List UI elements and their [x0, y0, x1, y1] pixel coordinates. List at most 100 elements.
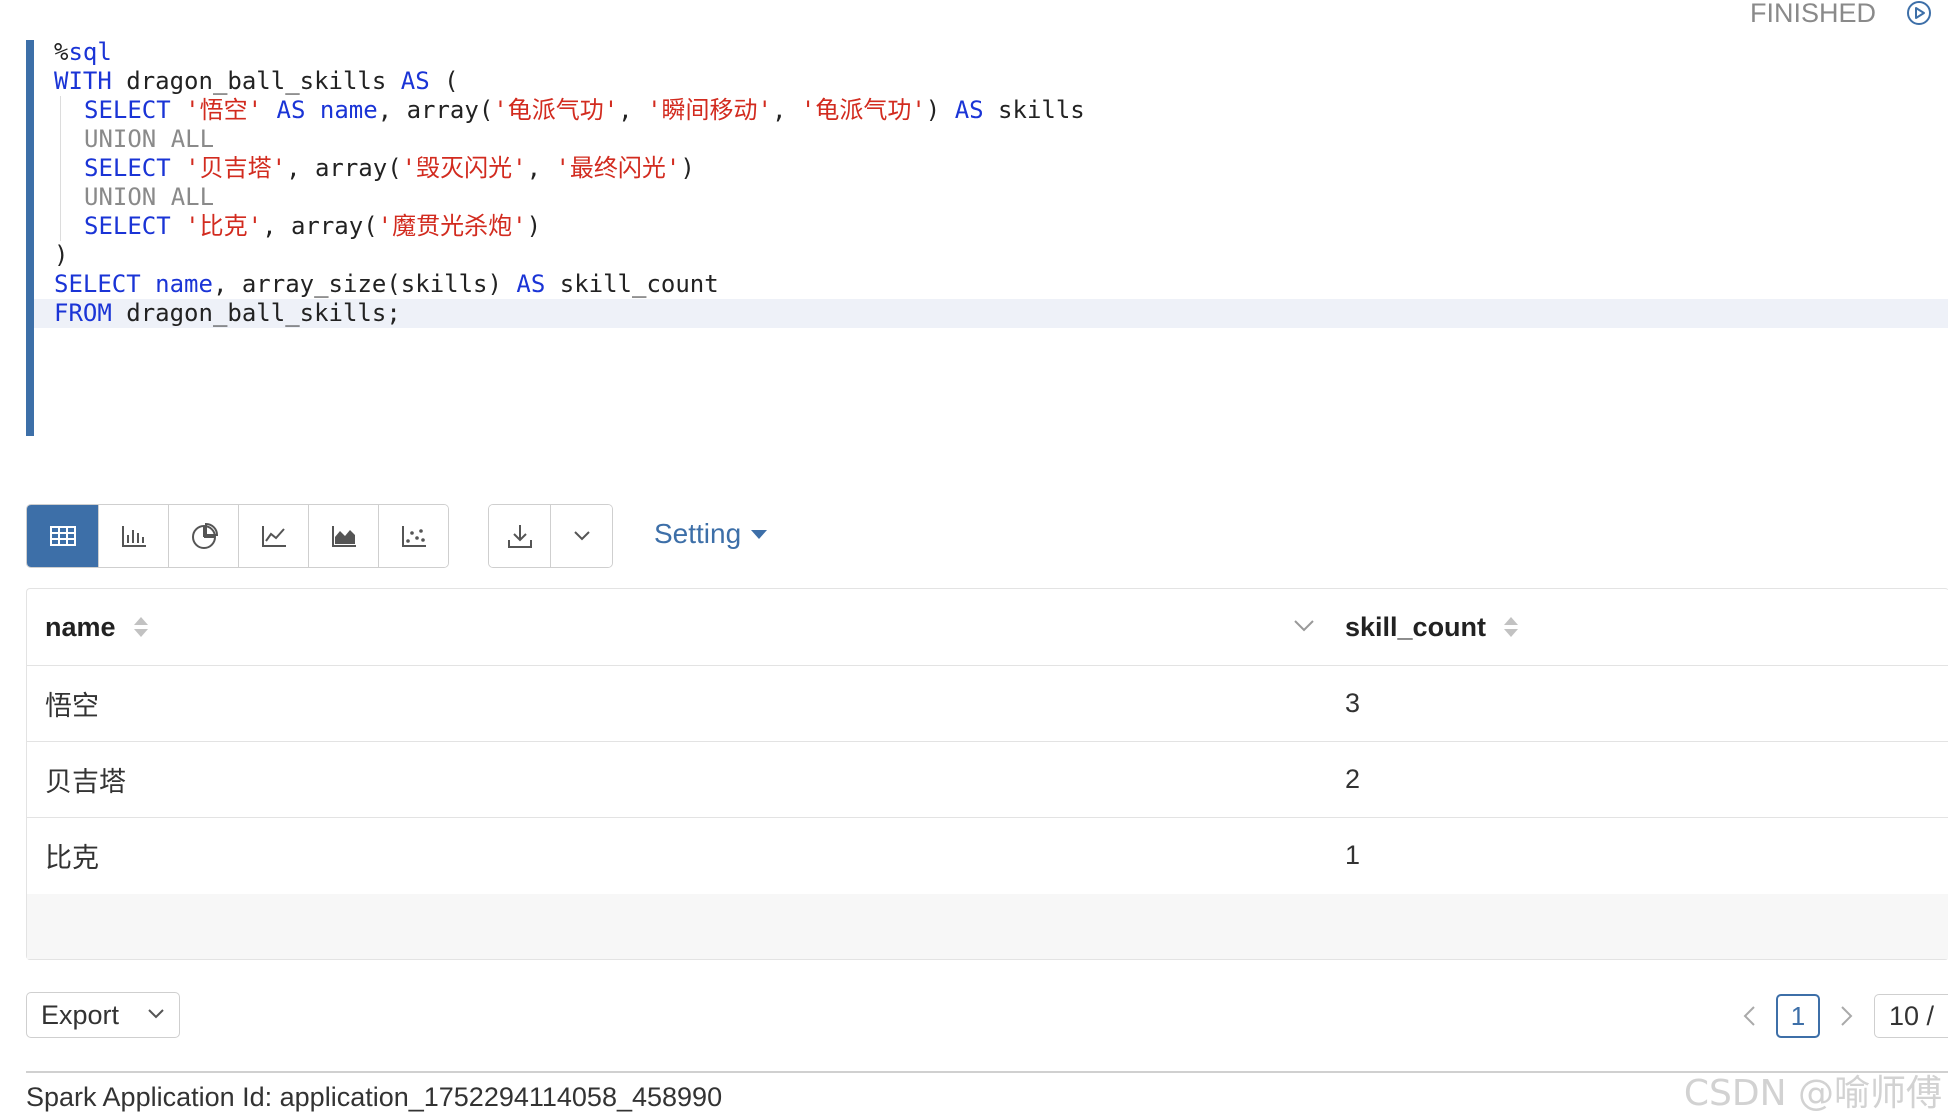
next-page-icon[interactable]: [1836, 1004, 1856, 1028]
code-token: , array(: [286, 154, 402, 182]
code-line[interactable]: SELECT '贝吉塔', array('毁灭闪光', '最终闪光'): [34, 154, 1948, 183]
code-token: , array(: [377, 96, 494, 124]
table-row: 悟空 3: [27, 666, 1948, 742]
code-line[interactable]: SELECT '比克', array('魔贯光杀炮'): [34, 212, 1948, 241]
code-token: SELECT: [84, 212, 171, 240]
code-token: UNION ALL: [84, 125, 215, 153]
code-token: AS: [276, 96, 306, 124]
code-token: '比克': [185, 212, 263, 240]
cell-name: 贝吉塔: [45, 767, 126, 797]
download-toolbar: [488, 504, 613, 568]
code-token: FROM: [54, 299, 112, 327]
footer-divider: [26, 1071, 1948, 1073]
download-options-button[interactable]: [550, 505, 612, 567]
scatter-chart-icon: [401, 526, 426, 547]
scatter-chart-button[interactable]: [379, 505, 448, 567]
table-header-row: name skill_count: [27, 589, 1948, 666]
table-empty-area: [27, 894, 1948, 959]
indent-guide: [60, 96, 61, 125]
run-paragraph-icon[interactable]: [1902, 0, 1936, 30]
code-token: '龟派气功': [493, 96, 619, 124]
column-header-name[interactable]: name: [45, 589, 148, 665]
export-label: Export: [41, 999, 120, 1030]
column-menu-chevron-icon[interactable]: [1291, 613, 1317, 639]
page-size-select[interactable]: 10 /: [1874, 994, 1948, 1038]
column-header-skill-count[interactable]: skill_count: [1345, 589, 1519, 665]
watermark: CSDN @喻师傅: [1683, 1073, 1942, 1114]
indent-guide: [60, 125, 61, 154]
code-token: , array(: [262, 212, 378, 240]
code-token: %: [54, 38, 69, 66]
line-chart-button[interactable]: [239, 505, 309, 567]
setting-dropdown[interactable]: Setting: [654, 518, 768, 550]
caret-down-icon: [751, 529, 768, 539]
code-token: ): [526, 212, 542, 240]
table-view-button[interactable]: [27, 505, 99, 567]
code-token: skills: [983, 96, 1085, 124]
code-token: SELECT: [84, 96, 171, 124]
code-line[interactable]: %sql: [34, 38, 1948, 67]
code-token: name: [155, 270, 213, 298]
export-button[interactable]: Export: [26, 992, 180, 1038]
code-line[interactable]: SELECT '悟空' AS name, array('龟派气功', '瞬间移动…: [34, 96, 1948, 125]
code-text: %sql: [54, 38, 112, 67]
bar-chart-button[interactable]: [99, 505, 169, 567]
visualization-toolbar: [26, 504, 449, 568]
indent-guide: [60, 154, 61, 183]
code-line[interactable]: UNION ALL: [34, 183, 1948, 212]
cell-skill-count: 2: [1345, 764, 1361, 794]
indent-guide: [60, 183, 61, 212]
code-line[interactable]: UNION ALL: [34, 125, 1948, 154]
code-token: ,: [526, 154, 556, 182]
code-token: '悟空': [185, 96, 263, 124]
cell-name: 比克: [45, 843, 99, 873]
code-token: ,: [771, 96, 801, 124]
indent-guide: [60, 212, 61, 241]
line-chart-icon: [261, 526, 286, 547]
pie-chart-button[interactable]: [169, 505, 239, 567]
setting-label: Setting: [654, 518, 742, 549]
prev-page-icon[interactable]: [1740, 1004, 1760, 1028]
sort-icon[interactable]: [1504, 617, 1519, 637]
code-text: SELECT name, array_size(skills) AS skill…: [54, 270, 719, 299]
code-editor[interactable]: %sql WITH dragon_ball_skills AS (SELECT '…: [26, 38, 1948, 436]
code-token: skill_count: [545, 270, 719, 298]
code-token: AS: [400, 67, 430, 95]
code-line[interactable]: FROM dragon_ball_skills;: [34, 299, 1948, 328]
code-token: UNION ALL: [84, 183, 215, 211]
sort-icon[interactable]: [133, 617, 148, 637]
code-token: '龟派气功': [800, 96, 926, 124]
cell-skill-count: 3: [1345, 688, 1361, 718]
download-button[interactable]: [489, 505, 550, 567]
column-header-label: skill_count: [1345, 611, 1487, 642]
cell-name: 悟空: [45, 691, 99, 721]
code-token: '瞬间移动': [647, 96, 772, 124]
column-header-label: name: [45, 611, 116, 642]
code-token: WITH: [54, 67, 112, 95]
area-chart-button[interactable]: [309, 505, 379, 567]
code-token: SELECT: [54, 270, 141, 298]
code-token: ): [54, 241, 69, 269]
table-icon: [49, 526, 76, 546]
current-page-button[interactable]: 1: [1776, 994, 1820, 1038]
code-text: UNION ALL: [84, 125, 214, 154]
area-chart-icon: [331, 526, 356, 547]
table-row: 贝吉塔 2: [27, 742, 1948, 818]
code-line[interactable]: ): [34, 241, 1948, 270]
code-token: ): [680, 154, 695, 182]
code-token: ,: [618, 96, 648, 124]
code-line[interactable]: WITH dragon_ball_skills AS (: [34, 67, 1948, 96]
code-line[interactable]: SELECT name, array_size(skills) AS skill…: [34, 270, 1948, 299]
code-token: dragon_ball_skills: [111, 67, 401, 95]
code-token: sql: [68, 38, 112, 66]
cell-skill-count: 1: [1345, 840, 1361, 870]
code-token: '魔贯光杀炮': [377, 212, 527, 240]
code-token: AS: [954, 96, 984, 124]
code-text: FROM dragon_ball_skills;: [54, 299, 401, 328]
code-text: UNION ALL: [84, 183, 214, 212]
code-token: dragon_ball_skills;: [111, 299, 401, 327]
code-token: '最终闪光': [555, 154, 681, 182]
download-icon: [507, 525, 532, 548]
